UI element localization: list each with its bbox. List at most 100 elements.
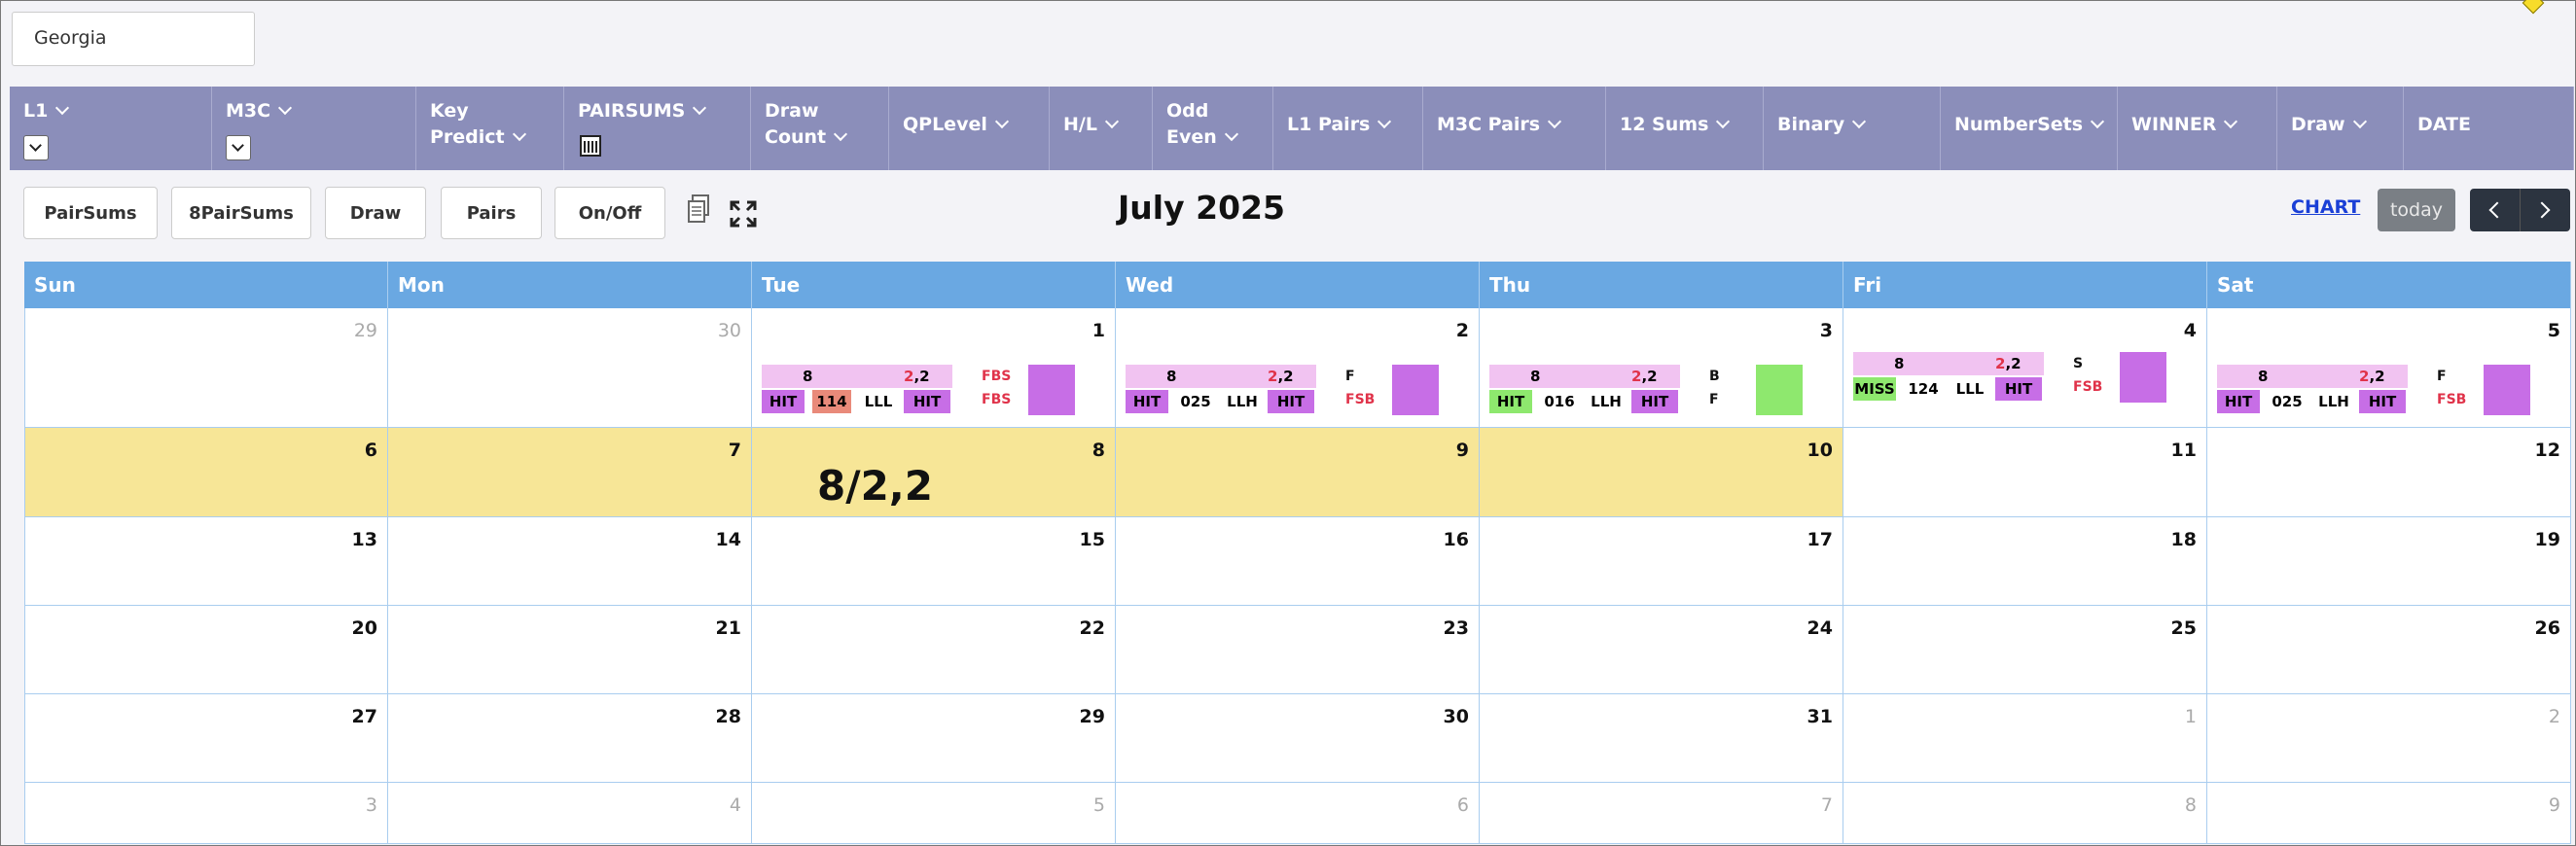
- toolbar-button-4[interactable]: On/Off: [555, 187, 665, 239]
- chevron-down-icon[interactable]: [693, 100, 707, 116]
- calendar-day-cell[interactable]: 13: [24, 517, 388, 605]
- calendar-day-cell[interactable]: 30: [1116, 694, 1480, 782]
- header-col-6[interactable]: H/L: [1050, 87, 1153, 170]
- day-number[interactable]: 26: [2535, 617, 2560, 639]
- calendar-day-cell[interactable]: 30: [388, 308, 752, 427]
- day-number[interactable]: 21: [716, 617, 741, 639]
- calendar-day-cell[interactable]: 20: [24, 606, 388, 693]
- day-number[interactable]: 30: [718, 320, 741, 341]
- chart-link[interactable]: CHART: [2291, 196, 2360, 218]
- toolbar-button-0[interactable]: PairSums: [23, 187, 158, 239]
- calendar-day-cell[interactable]: 16: [1116, 517, 1480, 605]
- calendar-day-cell[interactable]: 4 8 2,2 MISS 124 LLL HIT S FSB: [1843, 308, 2207, 427]
- day-number[interactable]: 22: [1080, 617, 1105, 639]
- chevron-down-icon[interactable]: [834, 126, 848, 142]
- day-number[interactable]: 7: [1821, 794, 1833, 816]
- calendar-day-cell[interactable]: 6: [24, 428, 388, 516]
- calendar-day-cell[interactable]: 3 8 2,2 HIT 016 LLH HIT B F: [1480, 308, 1843, 427]
- chevron-right-icon[interactable]: [2521, 189, 2570, 231]
- day-number[interactable]: 28: [716, 706, 741, 727]
- calendar-day-cell[interactable]: 22: [752, 606, 1116, 693]
- today-button[interactable]: today: [2378, 189, 2455, 231]
- day-number[interactable]: 6: [1457, 794, 1469, 816]
- draw-result-event[interactable]: 8 2,2 HIT 025 LLH HIT F FSB: [2217, 365, 2558, 419]
- calendar-day-cell[interactable]: 9: [1116, 428, 1480, 516]
- toolbar-button-2[interactable]: Draw: [325, 187, 426, 239]
- day-number[interactable]: 8: [2185, 794, 2197, 816]
- calendar-day-cell[interactable]: 2 8 2,2 HIT 025 LLH HIT F FSB: [1116, 308, 1480, 427]
- day-number[interactable]: 12: [2535, 440, 2560, 461]
- calendar-day-cell[interactable]: 21: [388, 606, 752, 693]
- header-col-0[interactable]: L1: [10, 87, 212, 170]
- day-number[interactable]: 9: [2549, 794, 2560, 816]
- day-number[interactable]: 2: [1456, 320, 1469, 341]
- day-number[interactable]: 13: [352, 529, 377, 550]
- day-number[interactable]: 6: [365, 440, 377, 461]
- chevron-left-icon[interactable]: [2470, 189, 2520, 231]
- calendar-day-cell[interactable]: 1 8 2,2 HIT 114 LLL HIT FBS FBS: [752, 308, 1116, 427]
- chevron-down-icon[interactable]: [2224, 114, 2238, 129]
- day-number[interactable]: 17: [1807, 529, 1833, 550]
- chevron-down-icon[interactable]: [1377, 114, 1392, 129]
- calendar-day-cell[interactable]: 1: [1843, 694, 2207, 782]
- day-number[interactable]: 24: [1807, 617, 1833, 639]
- draw-result-event[interactable]: 8 2,2 HIT 114 LLL HIT FBS FBS: [762, 365, 1102, 419]
- chevron-down-icon[interactable]: [1104, 114, 1120, 129]
- day-number[interactable]: 7: [729, 440, 741, 461]
- header-col-1[interactable]: M3C: [212, 87, 416, 170]
- day-number[interactable]: 5: [1093, 794, 1105, 816]
- calendar-day-cell[interactable]: 19: [2207, 517, 2571, 605]
- header-col-4[interactable]: Draw Count: [751, 87, 889, 170]
- calendar-day-cell[interactable]: 28: [388, 694, 752, 782]
- day-number[interactable]: 30: [1444, 706, 1469, 727]
- day-number[interactable]: 11: [2171, 440, 2197, 461]
- calendar-day-cell[interactable]: 5: [752, 783, 1116, 843]
- toolbar-button-1[interactable]: 8PairSums: [171, 187, 311, 239]
- calendar-day-cell[interactable]: 15: [752, 517, 1116, 605]
- calendar-day-cell[interactable]: 8: [1843, 783, 2207, 843]
- day-number[interactable]: 3: [1820, 320, 1833, 341]
- calendar-day-cell[interactable]: 26: [2207, 606, 2571, 693]
- calendar-day-cell[interactable]: 29: [24, 308, 388, 427]
- calendar-day-cell[interactable]: 14: [388, 517, 752, 605]
- chevron-down-icon[interactable]: [994, 114, 1009, 129]
- calendar-day-cell[interactable]: 10: [1480, 428, 1843, 516]
- calendar-day-cell[interactable]: 12: [2207, 428, 2571, 516]
- day-number[interactable]: 29: [1080, 706, 1105, 727]
- copy-icon[interactable]: [687, 194, 710, 224]
- header-col-9[interactable]: M3C Pairs: [1423, 87, 1606, 170]
- day-number[interactable]: 25: [2171, 617, 2197, 639]
- day-number[interactable]: 18: [2171, 529, 2197, 550]
- day-number[interactable]: 10: [1807, 440, 1833, 461]
- day-number[interactable]: 16: [1444, 529, 1469, 550]
- chevron-down-icon[interactable]: [2352, 114, 2367, 129]
- day-number[interactable]: 4: [730, 794, 741, 816]
- chevron-down-icon[interactable]: [2090, 114, 2105, 129]
- calendar-day-cell[interactable]: 9: [2207, 783, 2571, 843]
- day-number[interactable]: 19: [2535, 529, 2560, 550]
- draw-result-event[interactable]: 8 2,2 MISS 124 LLL HIT S FSB: [1853, 352, 2194, 406]
- expand-icon[interactable]: [730, 200, 757, 228]
- calendar-day-cell[interactable]: 24: [1480, 606, 1843, 693]
- day-number[interactable]: 23: [1444, 617, 1469, 639]
- header-col-5[interactable]: QPLevel: [889, 87, 1050, 170]
- header-col-10[interactable]: 12 Sums: [1606, 87, 1764, 170]
- state-select[interactable]: Georgia: [12, 12, 255, 66]
- header-col-13[interactable]: WINNER: [2118, 87, 2277, 170]
- draw-result-event[interactable]: 8 2,2 HIT 025 LLH HIT F FSB: [1126, 365, 1466, 419]
- day-number[interactable]: 5: [2548, 320, 2560, 341]
- draw-result-event[interactable]: 8 2,2 HIT 016 LLH HIT B F: [1489, 365, 1830, 419]
- header-col-7[interactable]: Odd Even: [1153, 87, 1273, 170]
- day-number[interactable]: 1: [2185, 706, 2197, 727]
- header-col-14[interactable]: Draw: [2277, 87, 2404, 170]
- calendar-icon[interactable]: [580, 135, 601, 157]
- chevron-down-icon[interactable]: [278, 100, 293, 116]
- header-col-8[interactable]: L1 Pairs: [1273, 87, 1423, 170]
- calendar-day-cell[interactable]: 23: [1116, 606, 1480, 693]
- chevron-down-icon[interactable]: [512, 126, 526, 142]
- calendar-day-cell[interactable]: 5 8 2,2 HIT 025 LLH HIT F FSB: [2207, 308, 2571, 427]
- calendar-day-cell[interactable]: 7: [1480, 783, 1843, 843]
- header-col-2[interactable]: Key Predict: [416, 87, 564, 170]
- calendar-day-cell[interactable]: 27: [24, 694, 388, 782]
- calendar-day-cell[interactable]: 4: [388, 783, 752, 843]
